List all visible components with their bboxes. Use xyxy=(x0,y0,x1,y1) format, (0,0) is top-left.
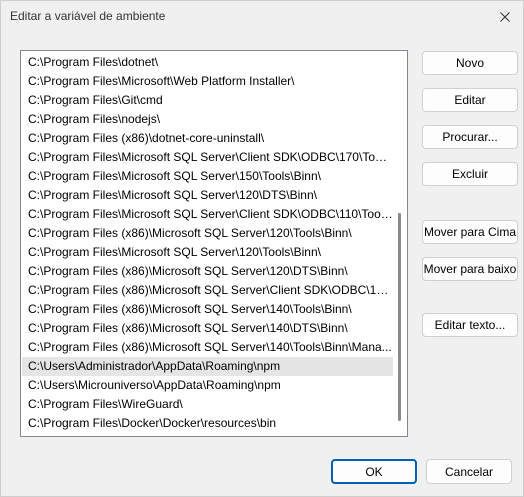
list-item[interactable]: C:\Program Files\Microsoft SQL Server\15… xyxy=(22,167,393,186)
list-item[interactable]: C:\Program Files (x86)\Microsoft SQL Ser… xyxy=(22,338,393,357)
edit-environment-variable-dialog: Editar a variável de ambiente C:\Program… xyxy=(0,0,524,497)
list-item[interactable]: C:\Program Files\Microsoft SQL Server\Cl… xyxy=(22,148,393,167)
list-item[interactable]: C:\Users\Microuniverso\AppData\Roaming\n… xyxy=(22,376,393,395)
path-list-items: C:\Program Files\dotnet\ C:\Program Files… xyxy=(21,53,393,433)
list-item[interactable]: C:\Program Files (x86)\Microsoft SQL Ser… xyxy=(22,319,393,338)
vertical-scrollbar[interactable] xyxy=(392,51,407,436)
cancel-button[interactable]: Cancelar xyxy=(426,459,512,484)
list-item[interactable]: C:\Users\Administrador\AppData\Roaming\n… xyxy=(22,357,393,376)
list-item[interactable]: C:\Program Files (x86)\Microsoft SQL Ser… xyxy=(22,262,393,281)
list-item[interactable]: C:\Program Files\Microsoft SQL Server\12… xyxy=(22,186,393,205)
list-item[interactable]: C:\Program Files\Git\cmd xyxy=(22,91,393,110)
move-up-button[interactable]: Mover para Cima xyxy=(422,220,518,244)
delete-button[interactable]: Excluir xyxy=(422,162,518,186)
list-item[interactable]: C:\Program Files (x86)\Microsoft SQL Ser… xyxy=(22,224,393,243)
list-item[interactable]: C:\Program Files (x86)\Microsoft SQL Ser… xyxy=(22,300,393,319)
browse-button[interactable]: Procurar... xyxy=(422,125,518,149)
edit-text-button[interactable]: Editar texto... xyxy=(422,313,518,337)
scrollbar-thumb[interactable] xyxy=(398,213,401,421)
move-down-button[interactable]: Mover para baixo xyxy=(422,257,518,281)
list-item[interactable]: C:\Program Files\dotnet\ xyxy=(22,53,393,72)
list-item[interactable]: C:\Program Files\Microsoft SQL Server\Cl… xyxy=(22,205,393,224)
list-item[interactable]: C:\Program Files\WireGuard\ xyxy=(22,395,393,414)
new-button[interactable]: Novo xyxy=(422,51,518,75)
title-bar: Editar a variável de ambiente xyxy=(1,1,523,33)
list-item[interactable]: C:\Program Files\Microsoft SQL Server\12… xyxy=(22,243,393,262)
close-button[interactable] xyxy=(487,1,523,33)
window-title: Editar a variável de ambiente xyxy=(10,9,166,23)
ok-button[interactable]: OK xyxy=(331,459,417,484)
list-item[interactable]: C:\Program Files\nodejs\ xyxy=(22,110,393,129)
list-item[interactable]: C:\Program Files\Microsoft\Web Platform … xyxy=(22,72,393,91)
edit-button[interactable]: Editar xyxy=(422,88,518,112)
list-item[interactable]: C:\Program Files (x86)\Microsoft SQL Ser… xyxy=(22,281,393,300)
list-item[interactable]: C:\Program Files\Docker\Docker\resources… xyxy=(22,414,393,433)
close-icon xyxy=(500,12,510,22)
path-list[interactable]: C:\Program Files\dotnet\ C:\Program Files… xyxy=(20,50,408,437)
list-item[interactable]: C:\Program Files (x86)\dotnet-core-unins… xyxy=(22,129,393,148)
